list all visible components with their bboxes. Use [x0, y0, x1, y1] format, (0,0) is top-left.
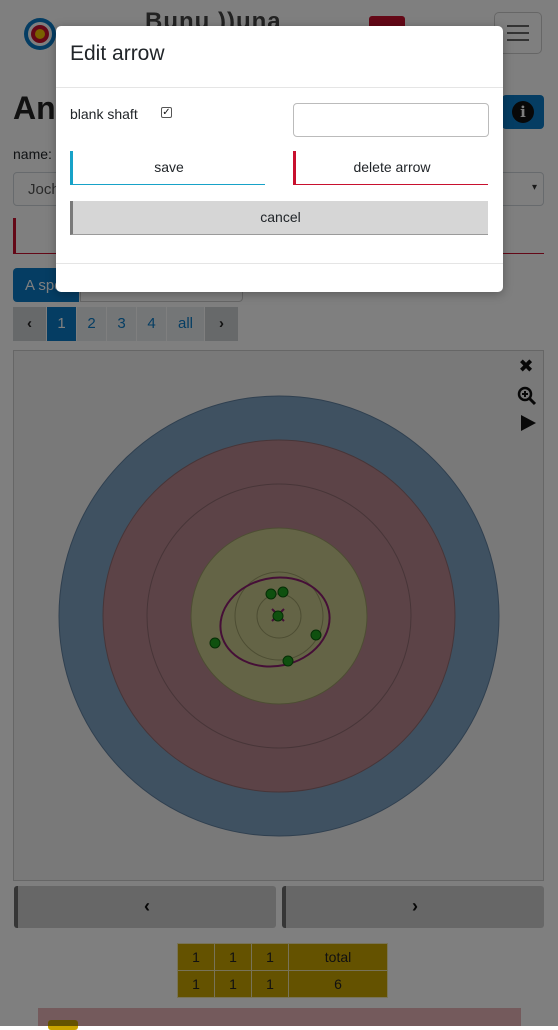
blank-shaft-checkbox[interactable]: ✓ — [161, 107, 172, 118]
blank-shaft-label: blank shaft — [70, 106, 138, 122]
modal-title: Edit arrow — [70, 42, 165, 65]
modal-header-divider — [56, 87, 503, 88]
cancel-button-label: cancel — [260, 209, 301, 225]
edit-arrow-modal: Edit arrow blank shaft ✓ save delete arr… — [56, 26, 503, 292]
delete-arrow-button[interactable]: delete arrow — [293, 151, 488, 185]
arrow-note-input[interactable] — [293, 103, 489, 137]
modal-footer-divider — [56, 263, 503, 264]
delete-arrow-button-label: delete arrow — [353, 159, 431, 175]
save-button-label: save — [154, 159, 184, 175]
save-button[interactable]: save — [70, 151, 265, 185]
cancel-button[interactable]: cancel — [70, 201, 488, 235]
